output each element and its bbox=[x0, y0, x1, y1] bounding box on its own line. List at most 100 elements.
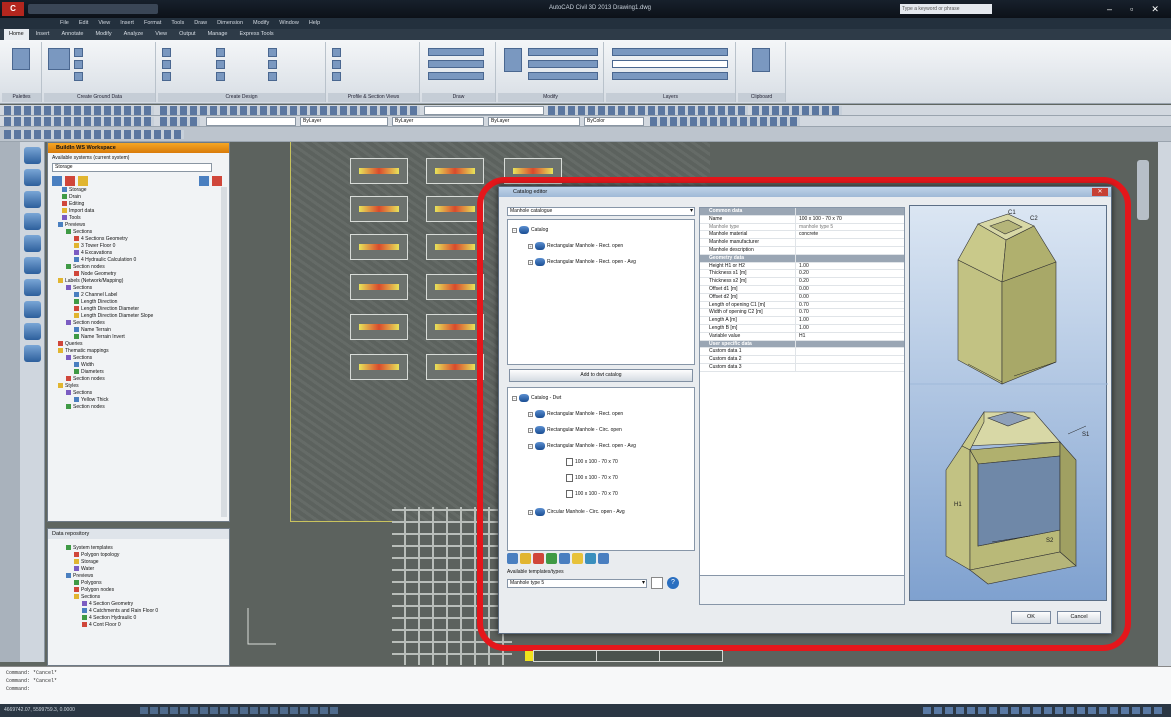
ws-stop-icon[interactable] bbox=[212, 176, 222, 186]
tree-item[interactable]: + Rectangular Manhole - Circ. open bbox=[528, 426, 622, 434]
property-value[interactable]: 0.70 bbox=[796, 309, 904, 316]
tab-annotate[interactable]: Annotate bbox=[56, 29, 88, 40]
property-row[interactable]: Manhole material concrete bbox=[700, 231, 904, 240]
tree-item[interactable]: Sections bbox=[52, 390, 219, 397]
expand-icon[interactable]: + bbox=[528, 427, 533, 433]
tree-item[interactable]: Tools bbox=[52, 215, 219, 222]
property-row[interactable]: Thickness s1 [m] 0.20 bbox=[700, 270, 904, 279]
alignment-icon[interactable] bbox=[216, 48, 225, 57]
tree-item[interactable]: Sections bbox=[52, 229, 219, 236]
property-row[interactable]: Variable value H1 bbox=[700, 332, 904, 341]
tree-item[interactable]: 100 x 100 - 70 x 70 bbox=[566, 458, 618, 466]
color-combo[interactable]: ByLayer bbox=[300, 117, 388, 126]
menu-draw[interactable]: Draw bbox=[194, 18, 207, 29]
draw-tools3-icon[interactable] bbox=[428, 72, 484, 80]
sample-lines-icon[interactable] bbox=[332, 60, 341, 69]
expand-icon[interactable]: + bbox=[528, 509, 533, 515]
chart-icon[interactable] bbox=[585, 553, 596, 564]
points-icon[interactable] bbox=[48, 48, 70, 70]
toolspace-icon[interactable] bbox=[12, 48, 30, 70]
tree-item[interactable]: Polygon nodes bbox=[52, 587, 219, 594]
tab-analyze[interactable]: Analyze bbox=[119, 29, 149, 40]
template-combo[interactable]: Manhole type 5 bbox=[507, 579, 647, 588]
menu-view[interactable]: View bbox=[98, 18, 110, 29]
tree-item[interactable]: Length Direction Diameter bbox=[52, 306, 219, 313]
quick-access-toolbar[interactable] bbox=[28, 4, 158, 14]
profile-icon[interactable] bbox=[216, 60, 225, 69]
workspace-tree[interactable]: Storage Drain Editing Import data Tools Previ… bbox=[52, 187, 219, 411]
survey-icon[interactable] bbox=[74, 48, 83, 57]
minimize-button[interactable]: – bbox=[1107, 3, 1112, 15]
tree-item[interactable]: Section nodes bbox=[52, 264, 219, 271]
ok-button[interactable]: OK bbox=[1011, 611, 1051, 624]
toolbar-icons-8[interactable] bbox=[4, 130, 184, 139]
menu-edit[interactable]: Edit bbox=[79, 18, 88, 29]
tree-item[interactable]: + Circular Manhole - Circ. open - Avg bbox=[528, 508, 625, 516]
toolbar-icons-1[interactable] bbox=[4, 106, 154, 115]
command-prompt[interactable]: Command: bbox=[6, 685, 1165, 693]
tree-item[interactable]: Section nodes bbox=[52, 376, 219, 383]
property-value[interactable]: H1 bbox=[796, 333, 904, 340]
menu-tools[interactable]: Tools bbox=[171, 18, 184, 29]
feature-line-icon[interactable] bbox=[162, 60, 171, 69]
cancel-button[interactable]: Cancel bbox=[1057, 611, 1101, 624]
tab-output[interactable]: Output bbox=[174, 29, 201, 40]
tree-item[interactable]: + Rectangular Manhole - Rect. open bbox=[528, 242, 623, 250]
status-toggles[interactable] bbox=[140, 707, 340, 714]
tree-item[interactable]: Editing bbox=[52, 201, 219, 208]
property-row[interactable]: Length A [m] 1.00 bbox=[700, 317, 904, 325]
tool-icon-8[interactable] bbox=[24, 301, 41, 318]
export-icon[interactable] bbox=[598, 553, 609, 564]
property-value[interactable]: 0.20 bbox=[796, 270, 904, 277]
import-icon[interactable] bbox=[74, 72, 83, 81]
modify-tools2-icon[interactable] bbox=[528, 60, 598, 68]
tree-item[interactable]: Sections bbox=[52, 355, 219, 362]
tab-modify[interactable]: Modify bbox=[90, 29, 116, 40]
tab-view[interactable]: View bbox=[150, 29, 172, 40]
toolbar-icons-7[interactable] bbox=[650, 117, 800, 126]
command-line[interactable]: Command: *Cancel* Command: *Cancel* Comm… bbox=[0, 666, 1171, 704]
tree-item[interactable]: Storage bbox=[52, 187, 219, 194]
property-value[interactable]: concrete bbox=[796, 231, 904, 238]
tree-item[interactable]: Water bbox=[52, 566, 219, 573]
property-row[interactable]: Offset d2 [m] 0.00 bbox=[700, 293, 904, 302]
tree-item[interactable]: − Rectangular Manhole - Rect. open - Avg bbox=[528, 442, 636, 450]
tree-item[interactable]: Polygon topology bbox=[52, 552, 219, 559]
close-button[interactable]: ✕ bbox=[1151, 3, 1159, 15]
tree-item[interactable]: 2 Channel Label bbox=[52, 292, 219, 299]
tool-icon-9[interactable] bbox=[24, 323, 41, 340]
property-value[interactable]: 0.70 bbox=[796, 302, 904, 309]
workspace-scrollbar[interactable] bbox=[221, 187, 227, 517]
help-icon[interactable]: ? bbox=[667, 577, 679, 589]
tree-item[interactable]: Name Terrain Invert bbox=[52, 334, 219, 341]
tab-home[interactable]: Home bbox=[4, 29, 29, 40]
layer-name-combo[interactable] bbox=[206, 117, 296, 126]
toolbar-icons-6[interactable] bbox=[160, 117, 200, 126]
tree-item[interactable]: 4 Section Geometry bbox=[52, 601, 219, 608]
collapse-icon[interactable]: − bbox=[512, 227, 517, 233]
draw-tools2-icon[interactable] bbox=[428, 60, 484, 68]
property-row[interactable]: Width of opening C2 [m] 0.70 bbox=[700, 309, 904, 318]
menu-modify[interactable]: Modify bbox=[253, 18, 269, 29]
open-template-icon[interactable] bbox=[651, 577, 663, 589]
property-row[interactable]: Name 100 x 100 - 70 x 70 bbox=[700, 215, 904, 224]
plotstyle-combo[interactable]: ByColor bbox=[584, 117, 644, 126]
tree-item[interactable]: Name Terrain bbox=[52, 327, 219, 334]
menu-help[interactable]: Help bbox=[309, 18, 320, 29]
intersections-icon[interactable] bbox=[268, 48, 277, 57]
tree-item[interactable]: + Rectangular Manhole - Rect. open - Avg bbox=[528, 258, 636, 266]
property-value[interactable]: 1.00 bbox=[796, 317, 904, 324]
tree-item[interactable]: Length Direction bbox=[52, 299, 219, 306]
linetype-combo[interactable]: ByLayer bbox=[392, 117, 484, 126]
tree-item[interactable]: Length Direction Diameter Slope bbox=[52, 313, 219, 320]
paste-icon[interactable] bbox=[752, 48, 770, 72]
dialog-close-button[interactable]: ✕ bbox=[1092, 188, 1108, 196]
property-row[interactable]: Custom data 2 bbox=[700, 356, 904, 364]
tree-item[interactable]: Yellow Thick bbox=[52, 397, 219, 404]
expand-icon[interactable]: + bbox=[528, 259, 533, 265]
tree-item[interactable]: Polygons bbox=[52, 580, 219, 587]
property-value[interactable] bbox=[796, 247, 904, 254]
property-row[interactable]: Height H1 or H2 1.00 bbox=[700, 262, 904, 271]
catalog-tree[interactable]: − Catalog + Rectangular Manhole - Rect. op… bbox=[507, 219, 695, 365]
tree-item[interactable]: 4 Hydraulic Calculation 0 bbox=[52, 257, 219, 264]
